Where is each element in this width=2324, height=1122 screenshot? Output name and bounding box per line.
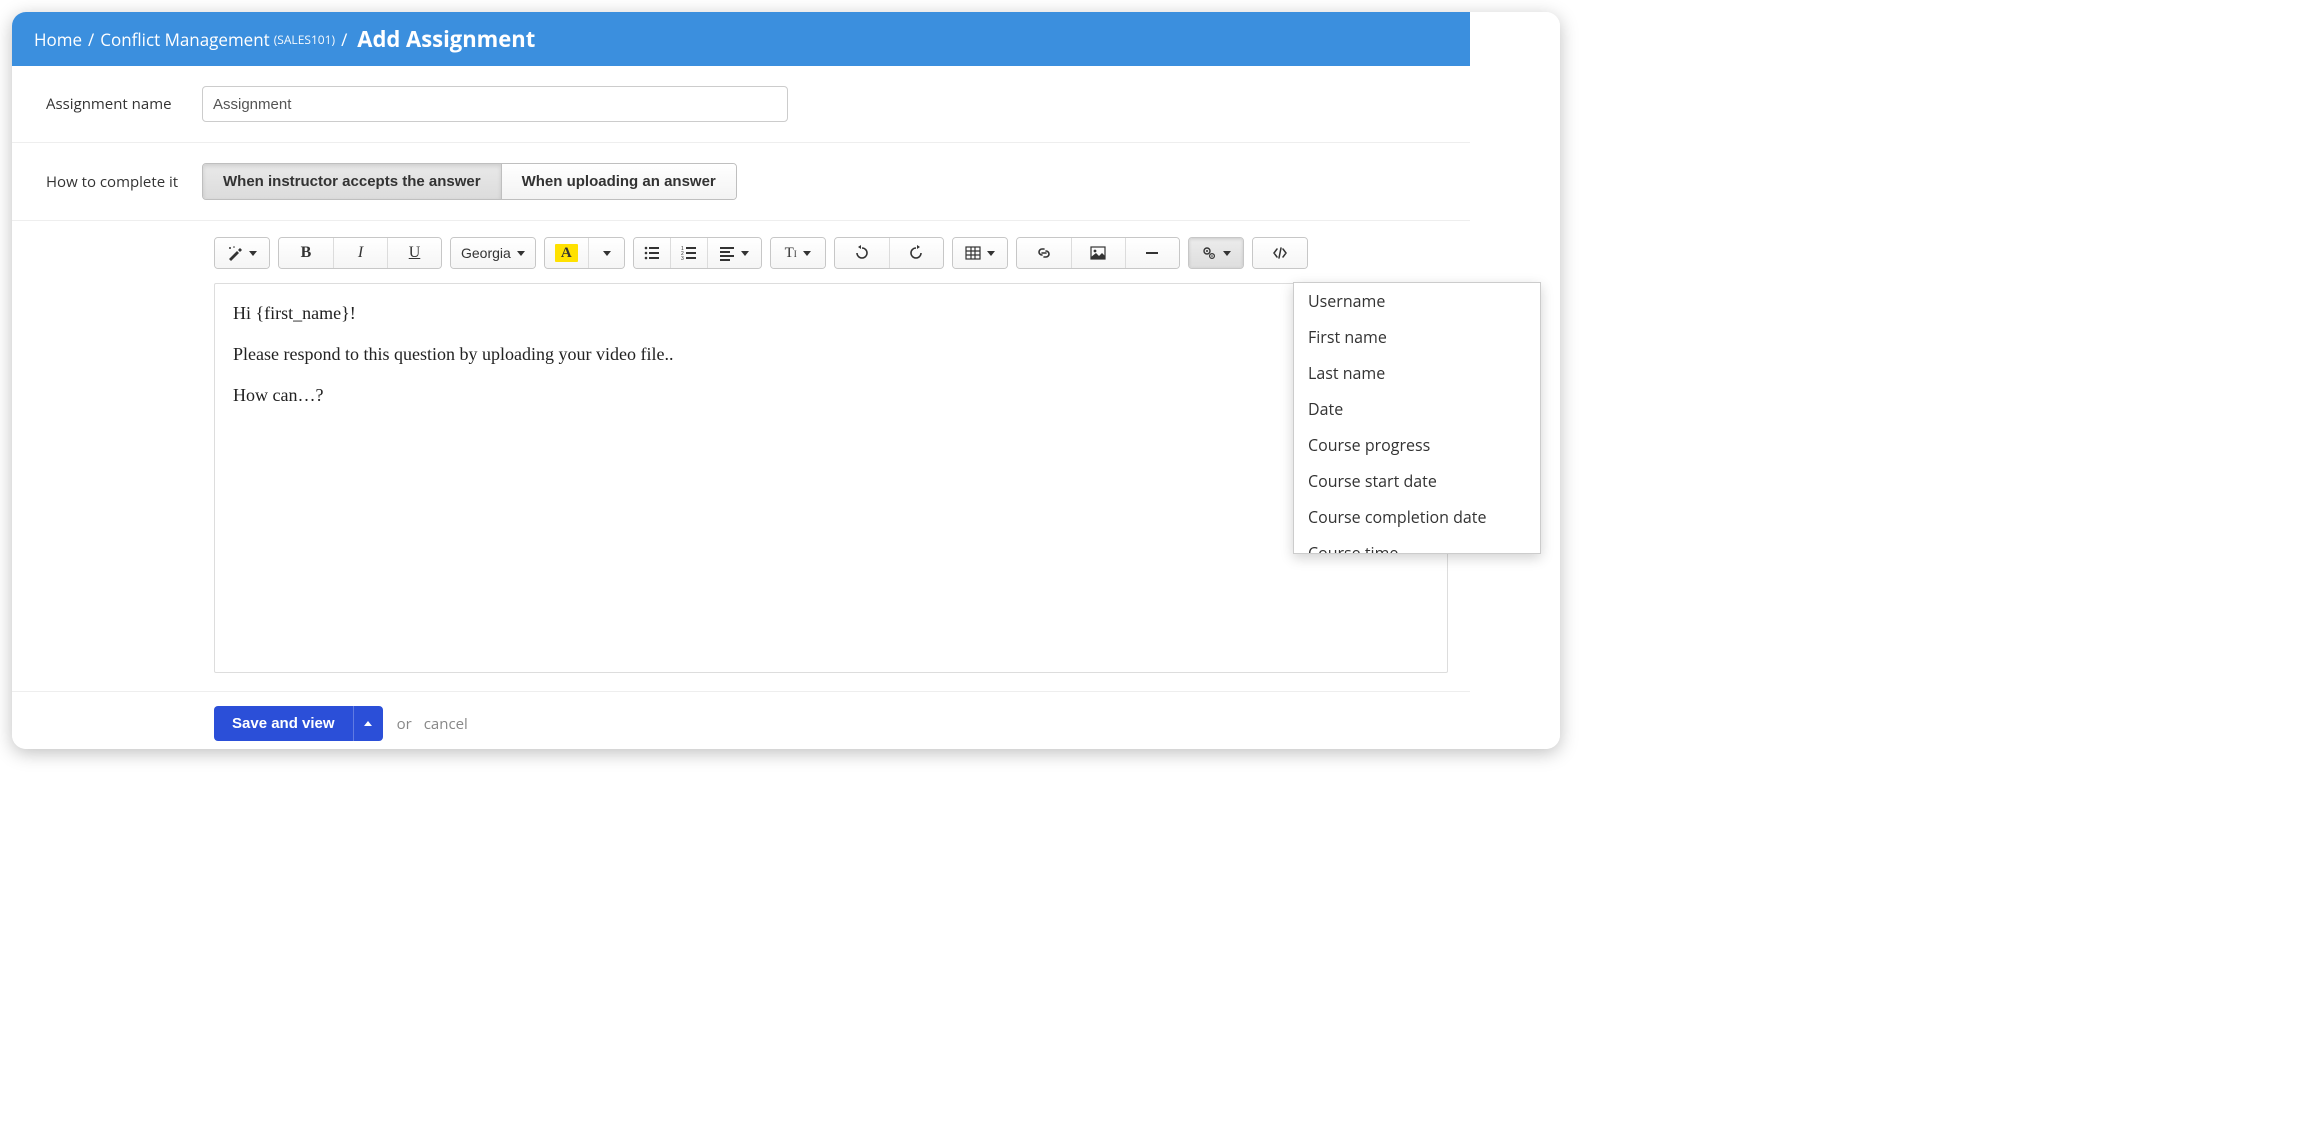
chevron-down-icon — [603, 251, 611, 256]
complete-mode-label: How to complete it — [34, 172, 202, 192]
insert-table-button[interactable] — [953, 238, 1007, 268]
insert-variable-menu[interactable]: Username First name Last name Date Cours… — [1293, 282, 1541, 554]
ordered-list-button[interactable]: 123 — [670, 238, 707, 268]
link-icon — [1036, 245, 1052, 261]
assignment-name-label: Assignment name — [34, 94, 202, 114]
variable-option-username[interactable]: Username — [1294, 283, 1540, 319]
redo-button[interactable] — [889, 238, 943, 268]
breadcrumb-course-code: (SALES101) — [274, 31, 335, 48]
breadcrumb-course[interactable]: Conflict Management — [100, 28, 269, 51]
save-options-toggle[interactable] — [353, 706, 383, 741]
insert-variable-button[interactable] — [1189, 238, 1243, 268]
numbered-list-icon: 123 — [681, 245, 697, 261]
editor-line: How can…? — [233, 382, 1429, 409]
svg-text:3: 3 — [681, 256, 684, 261]
variable-option-course-start-date[interactable]: Course start date — [1294, 463, 1540, 499]
complete-mode-group: When instructor accepts the answer When … — [202, 163, 737, 200]
chevron-down-icon — [741, 251, 749, 256]
paragraph-t-icon: TI — [785, 245, 797, 262]
chevron-down-icon — [1223, 251, 1231, 256]
font-family-label: Georgia — [461, 245, 511, 261]
code-icon — [1272, 245, 1288, 261]
content-area: Assignment name How to complete it When … — [12, 66, 1470, 749]
chevron-up-icon — [364, 721, 372, 726]
variable-option-last-name[interactable]: Last name — [1294, 355, 1540, 391]
align-left-icon — [719, 245, 735, 261]
app-window: Home / Conflict Management (SALES101) / … — [12, 12, 1560, 749]
paragraph-style-button[interactable]: TI — [771, 238, 825, 268]
breadcrumb-sep: / — [88, 28, 94, 51]
magic-format-button[interactable] — [215, 238, 269, 268]
editor-line: Hi {first_name}! — [233, 300, 1429, 327]
or-text: or — [397, 714, 412, 734]
variable-option-course-time[interactable]: Course time — [1294, 535, 1540, 554]
highlight-a-icon: A — [555, 244, 578, 262]
highlight-color-menu[interactable] — [588, 238, 624, 268]
complete-option-upload[interactable]: When uploading an answer — [501, 164, 736, 199]
align-button[interactable] — [707, 238, 761, 268]
editor-toolbar: B I U Georgia A — [214, 237, 1448, 269]
table-icon — [965, 245, 981, 261]
unordered-list-button[interactable] — [634, 238, 670, 268]
image-icon — [1090, 245, 1106, 261]
undo-icon — [854, 245, 870, 261]
chevron-down-icon — [517, 251, 525, 256]
save-button-group: Save and view — [214, 706, 383, 741]
insert-link-button[interactable] — [1017, 238, 1071, 268]
bold-button[interactable]: B — [279, 238, 333, 268]
editor-content[interactable]: Hi {first_name}! Please respond to this … — [214, 283, 1448, 673]
cancel-link[interactable]: cancel — [424, 714, 468, 734]
highlight-color-button[interactable]: A — [545, 238, 588, 268]
chevron-down-icon — [803, 251, 811, 256]
save-and-view-button[interactable]: Save and view — [214, 706, 353, 741]
redo-icon — [908, 245, 924, 261]
assignment-name-row: Assignment name — [12, 66, 1470, 143]
complete-mode-row: How to complete it When instructor accep… — [12, 143, 1470, 221]
chevron-down-icon — [987, 251, 995, 256]
breadcrumb-home[interactable]: Home — [34, 28, 82, 51]
assignment-name-input[interactable] — [202, 86, 788, 122]
italic-button[interactable]: I — [333, 238, 387, 268]
insert-hr-button[interactable] — [1125, 238, 1179, 268]
editor-line: Please respond to this question by uploa… — [233, 341, 1429, 368]
bullet-list-icon — [644, 245, 660, 261]
breadcrumb-sep: / — [341, 28, 347, 51]
editor-section: B I U Georgia A — [12, 221, 1470, 673]
complete-option-instructor[interactable]: When instructor accepts the answer — [203, 164, 501, 199]
chevron-down-icon — [249, 251, 257, 256]
variable-option-course-completion-date[interactable]: Course completion date — [1294, 499, 1540, 535]
font-family-select[interactable]: Georgia — [451, 238, 535, 268]
variable-option-date[interactable]: Date — [1294, 391, 1540, 427]
page-title: Add Assignment — [357, 24, 535, 54]
undo-button[interactable] — [835, 238, 889, 268]
insert-image-button[interactable] — [1071, 238, 1125, 268]
footer-actions: Save and view or cancel — [12, 691, 1470, 749]
gears-icon — [1201, 245, 1217, 261]
variable-option-course-progress[interactable]: Course progress — [1294, 427, 1540, 463]
underline-button[interactable]: U — [387, 238, 441, 268]
horizontal-rule-icon — [1144, 245, 1160, 261]
code-view-button[interactable] — [1253, 238, 1307, 268]
magic-wand-icon — [227, 245, 243, 261]
breadcrumb-bar: Home / Conflict Management (SALES101) / … — [12, 12, 1470, 66]
variable-option-first-name[interactable]: First name — [1294, 319, 1540, 355]
